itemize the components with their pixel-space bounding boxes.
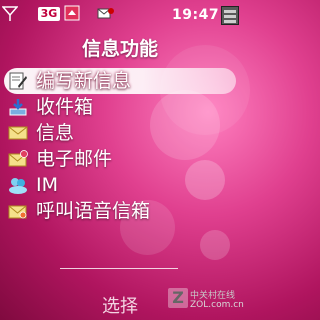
envelope-icon bbox=[8, 126, 28, 140]
watermark-url: ZOL.com.cn bbox=[190, 300, 244, 310]
menu-item-compose[interactable]: 编写新信息 bbox=[4, 68, 236, 94]
menu-item-label: IM bbox=[36, 174, 58, 196]
voicemail-icon bbox=[8, 205, 27, 219]
page-title: 信息功能 bbox=[81, 38, 158, 60]
menu-item-label: 信息 bbox=[36, 122, 75, 144]
menu-item-im[interactable]: IM bbox=[4, 172, 236, 198]
menu-item-label: 编写新信息 bbox=[36, 70, 132, 92]
bokeh-decoration bbox=[200, 230, 230, 260]
menu-item-voicemail[interactable]: 呼叫语音信箱 bbox=[4, 198, 236, 224]
menu-item-label: 呼叫语音信箱 bbox=[36, 200, 151, 222]
inbox-icon bbox=[9, 99, 27, 116]
message-icon bbox=[97, 8, 114, 19]
menu-item-inbox[interactable]: 收件箱 bbox=[4, 94, 236, 120]
battery-icon bbox=[221, 6, 239, 25]
upload-icon bbox=[64, 5, 80, 21]
menu-item-label: 收件箱 bbox=[36, 96, 94, 118]
email-icon bbox=[8, 150, 28, 167]
clock: 19:47 bbox=[172, 7, 220, 23]
signal-icon bbox=[2, 6, 18, 21]
menu-item-label: 电子邮件 bbox=[36, 148, 113, 170]
status-bar: 3G 19:47 bbox=[0, 0, 240, 30]
message-menu: 编写新信息 收件箱 信息 电子邮件 IM 呼叫语音信箱 bbox=[4, 68, 236, 224]
menu-item-messages[interactable]: 信息 bbox=[4, 120, 236, 146]
watermark-logo: Z bbox=[168, 288, 188, 308]
divider bbox=[60, 268, 178, 269]
im-icon bbox=[9, 178, 27, 194]
watermark: Z 中关村在线 ZOL.com.cn bbox=[168, 288, 244, 316]
menu-item-email[interactable]: 电子邮件 bbox=[4, 146, 236, 172]
compose-icon bbox=[9, 72, 27, 90]
network-3g-icon: 3G bbox=[38, 7, 60, 21]
